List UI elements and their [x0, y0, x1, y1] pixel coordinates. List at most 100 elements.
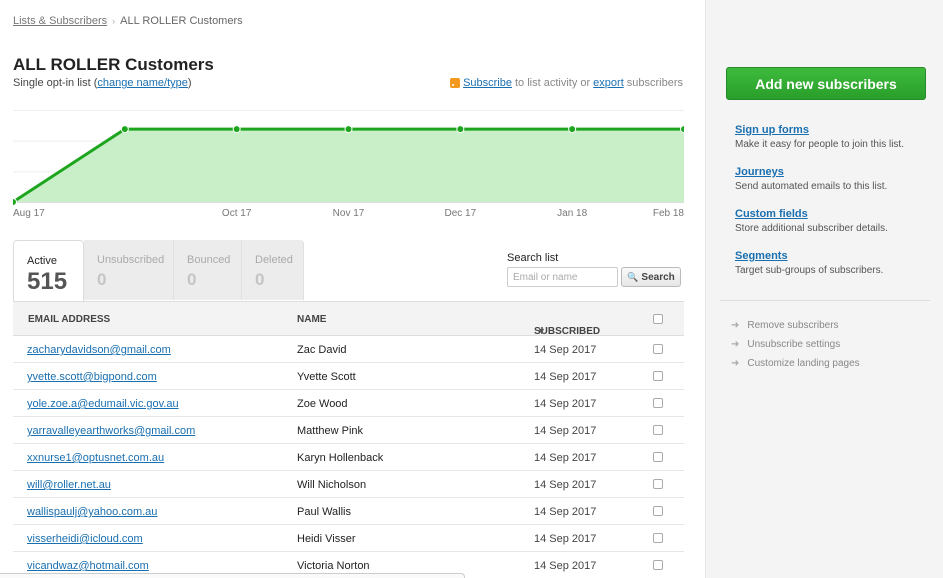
subtitle-suffix: )	[187, 77, 192, 89]
breadcrumb-lists-link[interactable]: Lists & Subscribers	[13, 15, 107, 27]
row-checkbox[interactable]	[653, 452, 663, 462]
subscriber-email-link[interactable]: yole.zoe.a@edumail.vic.gov.au	[27, 398, 179, 410]
subscribe-end-text: subscribers	[626, 77, 683, 89]
table-body: zacharydavidson@gmail.com Zac David 14 Sep…	[13, 336, 684, 578]
subscribe-mid-text: to list activity or	[514, 77, 591, 89]
table-row: xxnurse1@optusnet.com.au Karyn Hollenback…	[13, 444, 684, 471]
sidebar-action[interactable]: ➜ Remove subscribers	[731, 320, 839, 331]
horizontal-scrollbar[interactable]	[0, 573, 465, 578]
chart-tick-label: Jan 18	[557, 208, 587, 219]
sidebar-link[interactable]: Segments	[735, 250, 788, 262]
search-list-label: Search list	[507, 252, 559, 264]
table-row: yole.zoe.a@edumail.vic.gov.au Zoe Wood 14 …	[13, 390, 684, 417]
tab-deleted-count: 0	[255, 270, 265, 289]
breadcrumb-current: ALL ROLLER Customers	[120, 15, 243, 27]
arrow-right-icon: ➜	[731, 339, 740, 350]
sidebar-link-desc: Send automated emails to this list.	[735, 181, 888, 192]
tab-active-label: Active	[27, 255, 57, 267]
tab-unsubscribed-count: 0	[97, 270, 107, 289]
subscribed-date: 14 Sep 2017	[534, 560, 597, 572]
subscriber-email-link[interactable]: visserheidi@icloud.com	[27, 533, 143, 545]
subtitle-prefix: Single opt-in list (	[13, 77, 98, 89]
sidebar-action[interactable]: ➜ Customize landing pages	[731, 358, 860, 369]
sidebar-divider	[720, 300, 930, 301]
tab-unsubscribed[interactable]: Unsubscribed 0	[84, 240, 174, 300]
subscribers-table: EMAIL ADDRESS NAME SUBSCRIBED ▼ zacharyda…	[13, 301, 684, 578]
header-name[interactable]: NAME	[297, 314, 326, 325]
subscriber-email-link[interactable]: vicandwaz@hotmail.com	[27, 560, 149, 572]
sidebar-link-item: Sign up forms Make it easy for people to …	[735, 124, 904, 150]
chart-point[interactable]	[680, 125, 685, 134]
subscribed-date: 14 Sep 2017	[534, 371, 597, 383]
tab-bounced[interactable]: Bounced 0	[174, 240, 242, 300]
table-row: wallispaulj@yahoo.com.au Paul Wallis 14 Se…	[13, 498, 684, 525]
sidebar-action[interactable]: ➜ Unsubscribe settings	[731, 339, 840, 350]
subscribed-date: 14 Sep 2017	[534, 479, 597, 491]
row-checkbox[interactable]	[653, 533, 663, 543]
select-all-checkbox[interactable]	[653, 314, 663, 324]
tab-deleted[interactable]: Deleted 0	[242, 240, 304, 300]
subscriber-name: Yvette Scott	[297, 371, 356, 383]
subscriber-email-link[interactable]: zacharydavidson@gmail.com	[27, 344, 171, 356]
chart-point[interactable]	[568, 125, 577, 134]
sidebar-link[interactable]: Sign up forms	[735, 124, 809, 136]
page-title: ALL ROLLER Customers	[13, 55, 214, 74]
sidebar-link-item: Custom fields Store additional subscriber…	[735, 208, 888, 234]
search-button-label: Search	[641, 271, 675, 283]
sidebar-action-label: Remove subscribers	[747, 320, 839, 331]
subscriber-email-link[interactable]: wallispaulj@yahoo.com.au	[27, 506, 157, 518]
subscriber-name: Will Nicholson	[297, 479, 367, 491]
row-checkbox[interactable]	[653, 344, 663, 354]
row-checkbox[interactable]	[653, 371, 663, 381]
chart-tick-label: Oct 17	[222, 208, 252, 219]
table-header: EMAIL ADDRESS NAME SUBSCRIBED ▼	[13, 301, 684, 337]
sidebar-action-label: Unsubscribe settings	[747, 339, 841, 350]
magnifier-icon: 🔍	[627, 271, 639, 282]
header-email[interactable]: EMAIL ADDRESS	[28, 314, 110, 325]
search-input[interactable]	[507, 267, 618, 287]
arrow-right-icon: ➜	[731, 358, 740, 369]
arrow-right-icon: ➜	[731, 320, 740, 331]
tab-bounced-count: 0	[187, 270, 197, 289]
add-subscribers-button[interactable]: Add new subscribers	[726, 67, 926, 100]
subscriber-email-link[interactable]: will@roller.net.au	[27, 479, 111, 491]
chart-point[interactable]	[120, 125, 129, 134]
chart-tick-label: Dec 17	[444, 208, 476, 219]
change-name-type-link[interactable]: change name/type	[97, 77, 188, 89]
tab-unsubscribed-label: Unsubscribed	[97, 254, 165, 266]
subscribed-date: 14 Sep 2017	[534, 398, 597, 410]
subscriber-email-link[interactable]: xxnurse1@optusnet.com.au	[27, 452, 164, 464]
subscriber-name: Paul Wallis	[297, 506, 351, 518]
subscribe-link[interactable]: Subscribe	[463, 77, 512, 89]
row-checkbox[interactable]	[653, 506, 663, 516]
sidebar-link-desc: Target sub-groups of subscribers.	[735, 265, 884, 276]
table-row: yarravalleyearthworks@gmail.com Matthew P…	[13, 417, 684, 444]
chart-point[interactable]	[456, 125, 465, 134]
chart-point[interactable]	[13, 198, 17, 206]
row-checkbox[interactable]	[653, 398, 663, 408]
subscriber-name: Karyn Hollenback	[297, 452, 384, 464]
chart-point[interactable]	[232, 125, 241, 134]
breadcrumb: Lists & Subscribers › ALL ROLLER Customers	[13, 15, 243, 27]
sidebar-link[interactable]: Custom fields	[735, 208, 808, 220]
export-link[interactable]: export	[593, 77, 624, 89]
subscriber-email-link[interactable]: yarravalleyearthworks@gmail.com	[27, 425, 195, 437]
status-tabs: Active 515 Unsubscribed 0 Bounced 0 Dele…	[13, 240, 304, 302]
tab-active[interactable]: Active 515	[13, 240, 84, 302]
search-button[interactable]: 🔍 Search	[621, 267, 681, 287]
sidebar-link-item: Segments Target sub-groups of subscribers…	[735, 250, 883, 276]
sidebar-link[interactable]: Journeys	[735, 166, 784, 178]
sidebar-action-label: Customize landing pages	[747, 358, 860, 369]
subscribed-date: 14 Sep 2017	[534, 425, 597, 437]
chart-area-fill	[13, 129, 684, 202]
subscriber-email-link[interactable]: yvette.scott@bigpond.com	[27, 371, 157, 383]
row-checkbox[interactable]	[653, 560, 663, 570]
rss-icon	[450, 78, 461, 88]
row-checkbox[interactable]	[653, 479, 663, 489]
subscribe-line: Subscribe to list activity or export sub…	[450, 77, 683, 89]
chart-point[interactable]	[344, 125, 353, 134]
sidebar-link-desc: Make it easy for people to join this lis…	[735, 139, 904, 150]
row-checkbox[interactable]	[653, 425, 663, 435]
subscribed-date: 14 Sep 2017	[534, 452, 597, 464]
subscriber-growth-chart: Aug 17 Oct 17 Nov 17 Dec 17 Jan 18 Feb 18	[13, 110, 684, 220]
